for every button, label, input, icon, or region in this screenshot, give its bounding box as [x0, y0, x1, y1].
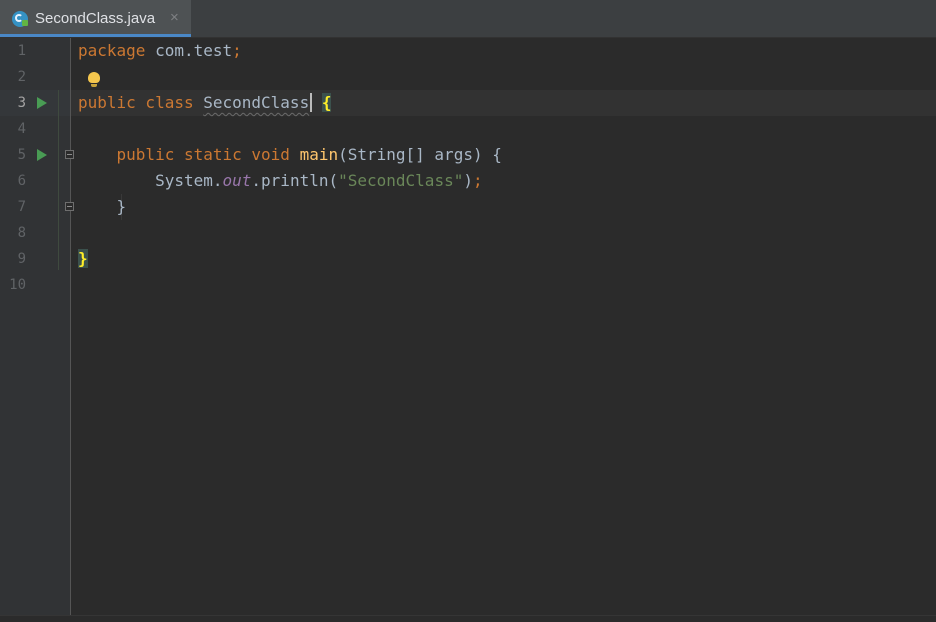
line-number[interactable]: 10: [0, 272, 26, 298]
code-line[interactable]: 5 public static void main(String[] args)…: [0, 142, 936, 168]
code-token: SecondClass: [203, 93, 310, 112]
code-token: "SecondClass": [338, 171, 464, 190]
code-line[interactable]: 1 package com.test;: [0, 38, 936, 64]
java-class-icon: [12, 11, 28, 27]
line-number[interactable]: 7: [0, 194, 26, 220]
code-token: out: [222, 171, 252, 190]
line-number[interactable]: 9: [0, 246, 26, 272]
code-text: public static void main(String[] args) {: [78, 142, 502, 168]
code-token: package: [78, 41, 146, 60]
code-token: ;: [232, 41, 242, 60]
code-line[interactable]: 6 System.out.println("SecondClass");: [0, 168, 936, 194]
code-token: (String[] args) {: [338, 145, 502, 164]
code-line[interactable]: 4: [0, 116, 936, 142]
code-token: {: [321, 93, 332, 112]
line-number[interactable]: 1: [0, 38, 26, 64]
code-text: package com.test;: [78, 38, 242, 64]
code-line[interactable]: 7 }: [0, 194, 936, 220]
line-number[interactable]: 4: [0, 116, 26, 142]
line-number[interactable]: 5: [0, 142, 26, 168]
tab-secondclass-java[interactable]: SecondClass.java ×: [0, 0, 191, 37]
code-token: com.test: [145, 41, 233, 60]
code-text: System.out.println("SecondClass");: [78, 168, 483, 194]
code-text: }: [78, 246, 88, 272]
code-token: main: [299, 145, 339, 164]
tab-label: SecondClass.java: [35, 10, 156, 27]
fold-toggle-icon[interactable]: [65, 202, 74, 211]
editor-tab-bar: SecondClass.java ×: [0, 0, 936, 38]
line-number[interactable]: 6: [0, 168, 26, 194]
code-token: ;: [472, 171, 483, 190]
run-gutter-icon[interactable]: [37, 149, 47, 161]
code-token: public static void: [78, 145, 300, 164]
line-number[interactable]: 3: [0, 90, 26, 116]
code-token: .println(: [251, 171, 339, 190]
code-line[interactable]: 2: [0, 64, 936, 90]
code-line[interactable]: 3 public class SecondClass {: [0, 90, 936, 116]
line-number[interactable]: 2: [0, 64, 26, 90]
code-text: public class SecondClass {: [78, 90, 332, 116]
code-token: }: [78, 249, 88, 268]
code-line[interactable]: 10: [0, 272, 936, 298]
code-token: }: [78, 197, 127, 216]
code-editor[interactable]: 1 package com.test; 2 3 public class SecondC…: [0, 38, 936, 622]
code-line[interactable]: 9}: [0, 246, 936, 272]
run-gutter-icon[interactable]: [37, 97, 47, 109]
code-token: public class: [78, 93, 204, 112]
code-token: System.: [78, 171, 223, 190]
fold-toggle-icon[interactable]: [65, 150, 74, 159]
lightbulb-icon[interactable]: [87, 72, 101, 88]
line-number[interactable]: 8: [0, 220, 26, 246]
code-text: }: [78, 194, 127, 220]
code-token: ): [463, 171, 473, 190]
code-line[interactable]: 8: [0, 220, 936, 246]
close-icon[interactable]: ×: [170, 9, 179, 27]
